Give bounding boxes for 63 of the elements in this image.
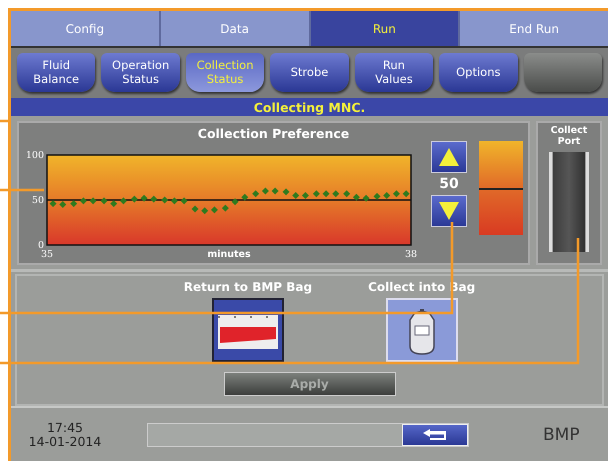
tick-label: 50 <box>32 195 44 206</box>
data-point <box>262 188 269 194</box>
data-point <box>161 196 168 204</box>
data-point <box>192 206 199 212</box>
clock-time: 17:45 <box>46 420 84 434</box>
decrease-button[interactable] <box>431 195 467 227</box>
data-point <box>50 200 57 208</box>
option-button[interactable] <box>212 298 284 362</box>
data-point <box>392 190 400 198</box>
date-text: 14-01-2014 <box>28 434 102 448</box>
data-point <box>80 197 87 204</box>
panel-title: Collection Preference <box>198 126 350 141</box>
data-point <box>383 192 390 199</box>
data-point <box>170 197 178 204</box>
data-point <box>302 192 309 199</box>
data-point <box>232 198 239 206</box>
data-point <box>150 196 158 203</box>
sub-tab[interactable]: Fluid Balance <box>17 53 96 92</box>
sub-tab[interactable]: Options <box>439 53 518 92</box>
up-triangle-icon <box>438 147 460 167</box>
down-triangle-icon <box>438 201 460 221</box>
data-point <box>130 196 138 203</box>
data-point <box>343 190 350 198</box>
data-point <box>282 188 290 196</box>
axis-label: minutes <box>207 249 251 260</box>
data-point <box>272 188 279 194</box>
data-point <box>59 201 66 208</box>
tab[interactable]: Run <box>310 11 458 46</box>
tick-label: 0 <box>38 240 44 251</box>
data-point <box>352 194 360 201</box>
data-point <box>252 190 260 198</box>
data-point <box>120 197 127 204</box>
data-point <box>332 190 340 198</box>
tick-label: 38 <box>404 249 418 260</box>
data-point <box>402 190 410 198</box>
data-point <box>362 194 370 202</box>
data-point <box>201 207 208 214</box>
sub-tab[interactable]: Strobe <box>270 53 349 92</box>
data-point <box>292 192 300 199</box>
data-point <box>210 206 218 214</box>
data-point <box>100 197 108 204</box>
back-button[interactable] <box>402 424 468 446</box>
data-point <box>312 190 320 198</box>
data-point <box>90 197 97 204</box>
tick-label: 100 <box>26 151 44 161</box>
data-point <box>374 192 381 200</box>
option-label: Return to BMP Bag <box>184 280 312 294</box>
data-point <box>180 197 188 204</box>
data-point <box>222 204 229 212</box>
data-point <box>140 194 148 202</box>
data-point <box>110 200 118 208</box>
data-point <box>322 190 330 198</box>
sub-tab[interactable]: Collection Status <box>186 53 264 92</box>
panel-title: Collect Port <box>550 126 588 148</box>
tick-label: 35 <box>40 249 54 260</box>
data-point <box>241 194 248 201</box>
status-text: Collecting MNC. <box>254 100 366 114</box>
mode-label: BMP <box>543 424 580 444</box>
sub-tab[interactable]: Run Values <box>354 53 434 92</box>
data-point <box>70 200 78 208</box>
preference-value: 50 <box>439 176 459 192</box>
increase-button[interactable] <box>431 141 467 173</box>
sub-tab[interactable]: Operation Status <box>101 53 180 92</box>
